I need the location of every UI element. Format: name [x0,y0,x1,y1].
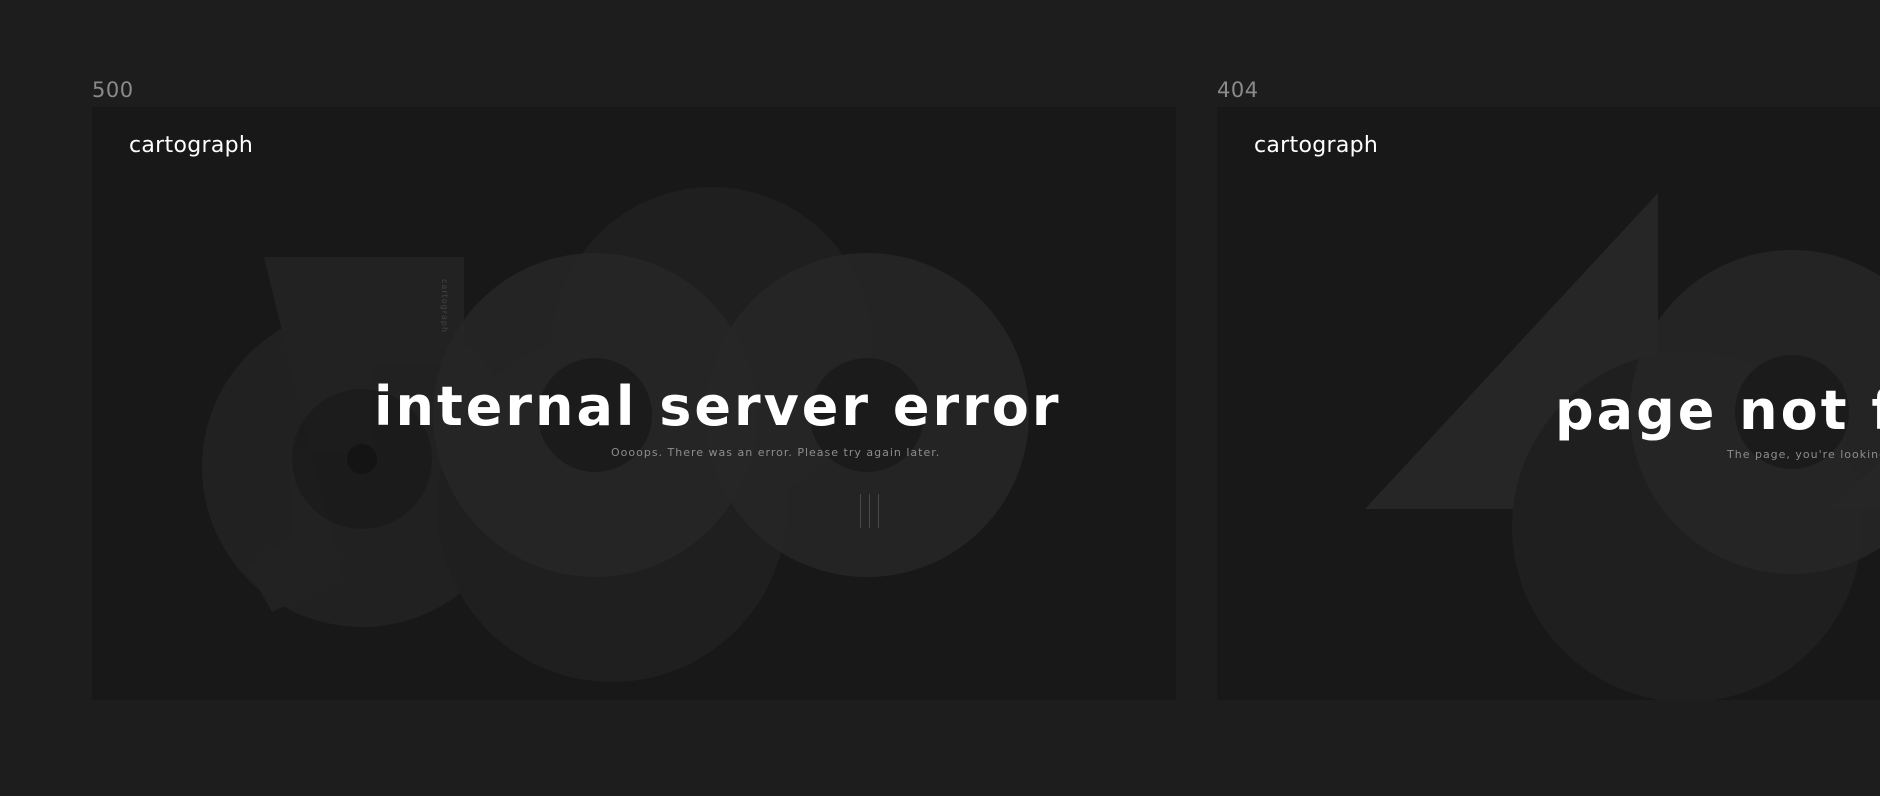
bar-line [878,494,879,528]
brand-logo-text[interactable]: cartograph [129,133,253,158]
error-500-page-frame: cartograph cartograph internal server er… [92,107,1176,700]
vertical-brand-text: cartograph [440,279,449,334]
error-headline: page not fou [1555,379,1880,442]
bar-line [869,494,870,528]
error-message: The page, you're looking fo [1727,448,1880,461]
error-message: Oooops. There was an error. Please try a… [611,446,941,459]
bar-line [860,494,861,528]
error-404-page-frame: cartograph page not fou The page, you're… [1217,107,1880,700]
dark-dot [347,444,377,474]
error-headline: internal server error [374,375,1062,438]
decorative-bars [860,494,879,528]
frame-label-500: 500 [92,78,134,102]
frame-label-404: 404 [1217,78,1259,102]
brand-logo-text[interactable]: cartograph [1254,133,1378,158]
